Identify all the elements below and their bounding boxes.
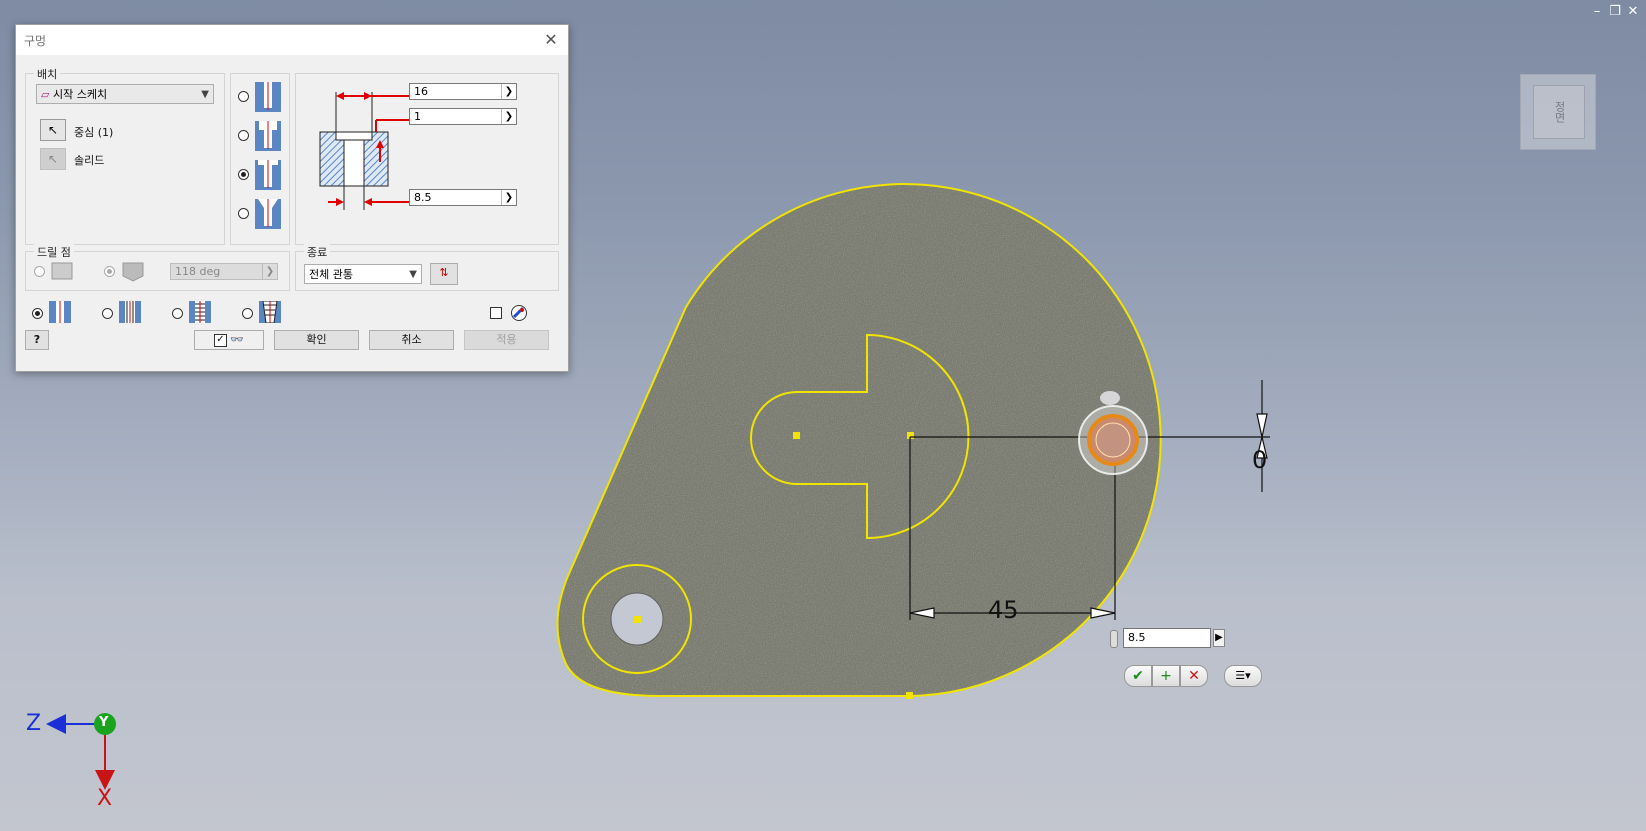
help-button[interactable]: ?	[25, 330, 49, 350]
termination-label: 종료	[304, 244, 331, 260]
dialog-titlebar[interactable]: 구멍 ✕	[16, 25, 568, 55]
chevron-right-icon[interactable]: ❯	[262, 264, 277, 279]
spotface-hole-icon	[255, 160, 281, 190]
hole-diameter-value: 8.5	[414, 191, 432, 204]
hole-type-counterbore-radio[interactable]	[238, 130, 249, 141]
close-window-icon[interactable]: ✕	[1625, 4, 1641, 19]
sketch-icon: ▱	[41, 88, 50, 101]
solid-select-label: 솔리드	[74, 154, 105, 167]
drill-point-label: 드릴 점	[34, 244, 74, 260]
hole-type-group	[230, 73, 290, 245]
chevron-down-icon: ▼	[201, 89, 209, 100]
hole-section-diagram	[319, 92, 412, 210]
play-arrow-icon[interactable]: ▶	[1213, 629, 1225, 647]
close-icon[interactable]: ✕	[540, 29, 562, 51]
hole-style-taper-tapped-radio[interactable]	[242, 308, 253, 319]
placement-method-value: 시작 스케치	[52, 88, 108, 101]
triad-x-label: X	[97, 786, 113, 811]
solid-select-button[interactable]: ↖	[40, 148, 66, 170]
hole-type-countersink-radio[interactable]	[238, 208, 249, 219]
placement-combo[interactable]: ▱ 시작 스케치 ▼	[36, 84, 214, 104]
sketch-point[interactable]	[793, 432, 800, 439]
options-menu-icon[interactable]: ☰▾	[1224, 665, 1262, 687]
chevron-down-icon: ▼	[409, 269, 417, 280]
taper-tapped-hole-icon	[259, 301, 281, 323]
drill-angle-value: 118 deg	[175, 265, 221, 278]
flip-direction-icon: ⇅	[439, 266, 449, 279]
viewcube[interactable]: 정면	[1520, 74, 1596, 150]
placement-label: 배치	[34, 66, 61, 82]
counterbore-diameter-value: 16	[414, 85, 428, 98]
hole-diameter-field[interactable]: 8.5 ❯	[409, 189, 517, 206]
drill-point-group: 드릴 점 118 deg ❯	[25, 244, 290, 291]
simple-hole-icon	[255, 82, 281, 112]
hole-style-drilled-radio[interactable]	[32, 308, 43, 319]
flip-direction-button[interactable]: ⇅	[430, 263, 458, 285]
cancel-x-icon[interactable]: ✕	[1180, 665, 1208, 687]
termination-value: 전체 관통	[309, 268, 353, 281]
placement-group: 배치 ▱ 시작 스케치 ▼ ↖ 중심 (1) ↖ 솔리드	[25, 66, 225, 245]
dimension-vertical-value[interactable]: 0	[1252, 446, 1267, 474]
hole-dialog: 구멍 ✕ 배치 ▱ 시작 스케치 ▼ ↖ 중심 (1) ↖ 솔리드 16 ❯ 1…	[15, 24, 569, 372]
minimize-icon[interactable]: –	[1589, 4, 1605, 19]
hole-style-tapped-radio[interactable]	[172, 308, 183, 319]
triad-y-label: Y	[99, 715, 109, 730]
hole-dimensions-group: 16 ❯ 1 ❯ 8.5 ❯	[295, 73, 559, 245]
ok-check-icon[interactable]: ✔	[1124, 665, 1152, 687]
triad-z-label: Z	[26, 711, 42, 736]
drill-point-angle-radio[interactable]	[104, 266, 115, 277]
hole-style-clearance-radio[interactable]	[102, 308, 113, 319]
viewcube-face[interactable]: 정면	[1533, 85, 1585, 139]
restore-icon[interactable]: ❐	[1607, 4, 1623, 19]
center-select-label: 중심 (1)	[74, 126, 114, 139]
sketch-point[interactable]	[906, 692, 913, 699]
clearance-hole-icon	[119, 301, 141, 323]
cancel-button[interactable]: 취소	[369, 330, 454, 350]
flat-drill-icon	[51, 262, 73, 280]
dialog-title: 구멍	[24, 34, 47, 48]
apply-plus-icon[interactable]: +	[1152, 665, 1180, 687]
counterbore-depth-value: 1	[414, 110, 421, 123]
chevron-right-icon[interactable]: ❯	[501, 84, 516, 99]
sketch-point[interactable]	[634, 616, 641, 623]
dimension-horizontal-value[interactable]: 45	[988, 596, 1019, 624]
counterbore-diameter-field[interactable]: 16 ❯	[409, 83, 517, 100]
counterbore-hole-icon	[255, 121, 281, 151]
counterbore-depth-field[interactable]: 1 ❯	[409, 108, 517, 125]
cursor-arrow-icon: ↖	[47, 152, 59, 166]
countersink-hole-icon	[255, 199, 281, 229]
hole-type-spotface-radio[interactable]	[238, 169, 249, 180]
angled-drill-icon	[122, 262, 144, 282]
help-icon: ?	[33, 333, 41, 346]
imate-icon	[511, 305, 527, 321]
preview-checkbox-icon: ✓	[213, 333, 227, 347]
termination-combo[interactable]: 전체 관통 ▼	[304, 264, 422, 284]
preview-toggle-button[interactable]: ✓ 👓	[194, 330, 264, 350]
ok-button[interactable]: 확인	[274, 330, 359, 350]
tapped-hole-icon	[189, 301, 211, 323]
apply-button[interactable]: 적용	[464, 330, 549, 350]
dimension-input-field[interactable]: 8.5	[1123, 628, 1211, 648]
center-select-button[interactable]: ↖	[40, 119, 66, 141]
drilled-hole-icon	[49, 301, 71, 323]
preview-glasses-icon: 👓	[230, 333, 245, 346]
chevron-right-icon[interactable]: ❯	[501, 190, 516, 205]
infer-iMates-checkbox[interactable]	[490, 307, 502, 319]
drill-point-flat-radio[interactable]	[34, 266, 45, 277]
drill-angle-field[interactable]: 118 deg ❯	[170, 263, 278, 280]
chevron-right-icon[interactable]: ❯	[501, 109, 516, 124]
cursor-arrow-icon: ↖	[47, 123, 59, 137]
dimension-input-grip[interactable]	[1110, 630, 1118, 648]
termination-group: 종료 전체 관통 ▼ ⇅	[295, 244, 559, 291]
hole-type-simple-radio[interactable]	[238, 91, 249, 102]
